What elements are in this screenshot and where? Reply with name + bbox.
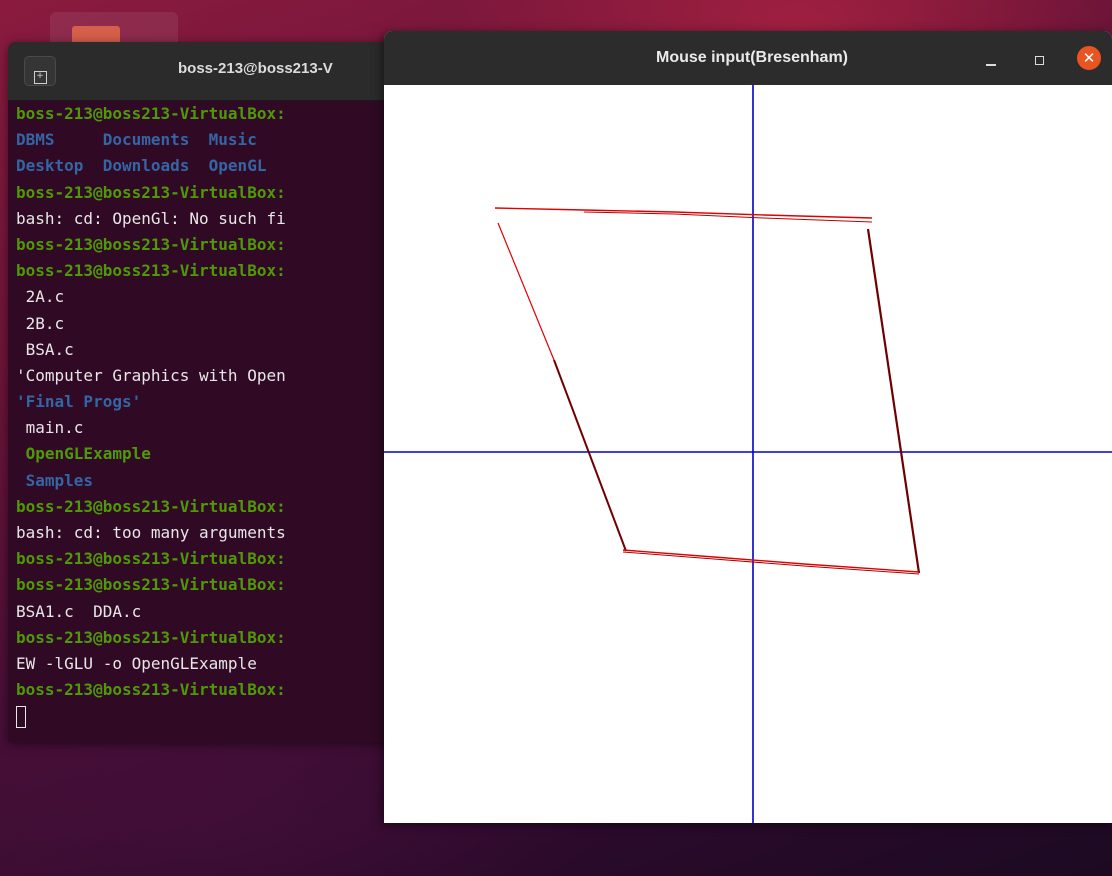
minimize-icon[interactable]: [982, 51, 1002, 71]
shape-edge-bottom: [622, 549, 920, 573]
terminal-cursor[interactable]: [16, 705, 26, 728]
terminal-text: boss-213@boss213-VirtualBox:: [16, 575, 286, 595]
terminal-text: DBMS Documents Music: [16, 130, 257, 150]
terminal-text: boss-213@boss213-VirtualBox:: [16, 496, 286, 516]
terminal-line: DBMS Documents Music: [8, 127, 408, 153]
terminal-line: boss-213@boss213-VirtualBox:: [8, 625, 408, 651]
terminal-line: 2B.c: [8, 311, 408, 337]
terminal-text: boss-213@boss213-VirtualBox:: [16, 627, 286, 647]
terminal-output[interactable]: boss-213@boss213-VirtualBox: DBMS Documen…: [8, 101, 408, 730]
terminal-text: boss-213@boss213-VirtualBox:: [16, 680, 286, 700]
new-tab-button[interactable]: +: [24, 56, 56, 86]
drawing-canvas[interactable]: [384, 85, 1112, 823]
shape-edge-top: [494, 207, 873, 219]
terminal-line: EW -lGLU -o OpenGLExample: [8, 651, 408, 677]
terminal-text: boss-213@boss213-VirtualBox:: [16, 234, 286, 254]
opengl-window[interactable]: Mouse input(Bresenham) ✕: [384, 31, 1112, 823]
shape-edge-right: [866, 228, 921, 574]
terminal-text: bash: cd: OpenGl: No such fi: [16, 208, 286, 228]
terminal-line: Desktop Downloads OpenGL: [8, 153, 408, 179]
terminal-line: boss-213@boss213-VirtualBox:: [8, 546, 408, 572]
canvas-svg: [384, 85, 1112, 823]
terminal-text: boss-213@boss213-VirtualBox:: [16, 261, 286, 281]
terminal-text: boss-213@boss213-VirtualBox:: [16, 549, 286, 569]
terminal-text: BSA.c: [16, 339, 74, 359]
close-icon: ✕: [1082, 49, 1096, 67]
terminal-line: boss-213@boss213-VirtualBox:: [8, 101, 408, 127]
close-button[interactable]: ✕: [1077, 46, 1101, 70]
terminal-text: Samples: [16, 470, 94, 490]
desktop-folder-icon[interactable]: [72, 26, 120, 42]
terminal-line: 'Computer Graphics with Open: [8, 363, 408, 389]
shape-edge-left: [497, 222, 555, 361]
shape-edge-bottom-shadow: [622, 551, 920, 575]
shape-edge-left-dark: [553, 359, 627, 552]
terminal-line: OpenGLExample: [8, 441, 408, 467]
terminal-line: 'Final Progs': [8, 389, 408, 415]
terminal-cursor-line: [8, 703, 408, 729]
terminal-line: boss-213@boss213-VirtualBox:: [8, 494, 408, 520]
terminal-line: BSA.c: [8, 337, 408, 363]
terminal-line: boss-213@boss213-VirtualBox:: [8, 180, 408, 206]
terminal-text: Desktop Downloads OpenGL: [16, 156, 267, 176]
terminal-line: bash: cd: OpenGl: No such fi: [8, 206, 408, 232]
terminal-text: boss-213@boss213-VirtualBox:: [16, 182, 286, 202]
terminal-text: 'Final Progs': [16, 392, 142, 412]
terminal-text: bash: cd: too many arguments: [16, 523, 286, 542]
maximize-icon[interactable]: [1030, 51, 1050, 71]
terminal-title: boss-213@boss213-V: [178, 60, 333, 77]
terminal-text: 2A.c: [16, 287, 65, 307]
terminal-text: 'Computer Graphics with Open: [16, 365, 286, 385]
terminal-line: boss-213@boss213-VirtualBox:: [8, 572, 408, 598]
terminal-text: EW -lGLU -o OpenGLExample: [16, 653, 257, 673]
terminal-line: 2A.c: [8, 284, 408, 310]
new-tab-icon: +: [33, 71, 47, 84]
terminal-line: BSA1.c DDA.c: [8, 599, 408, 625]
terminal-text: OpenGLExample: [16, 444, 151, 464]
opengl-window-title: Mouse input(Bresenham): [655, 49, 848, 66]
opengl-titlebar[interactable]: Mouse input(Bresenham) ✕: [384, 31, 1112, 85]
terminal-line: main.c: [8, 415, 408, 441]
terminal-titlebar[interactable]: + boss-213@boss213-V: [8, 42, 408, 101]
terminal-text: 2B.c: [16, 313, 65, 333]
terminal-line: boss-213@boss213-VirtualBox:: [8, 232, 408, 258]
terminal-line: Samples: [8, 468, 408, 494]
terminal-text: boss-213@boss213-VirtualBox:: [16, 104, 286, 123]
terminal-text: BSA1.c DDA.c: [16, 601, 142, 621]
terminal-line: boss-213@boss213-VirtualBox:: [8, 677, 408, 703]
terminal-text: main.c: [16, 418, 84, 438]
terminal-line: boss-213@boss213-VirtualBox:: [8, 258, 408, 284]
terminal-window[interactable]: + boss-213@boss213-V boss-213@boss213-Vi…: [8, 42, 408, 742]
terminal-line: bash: cd: too many arguments: [8, 520, 408, 546]
